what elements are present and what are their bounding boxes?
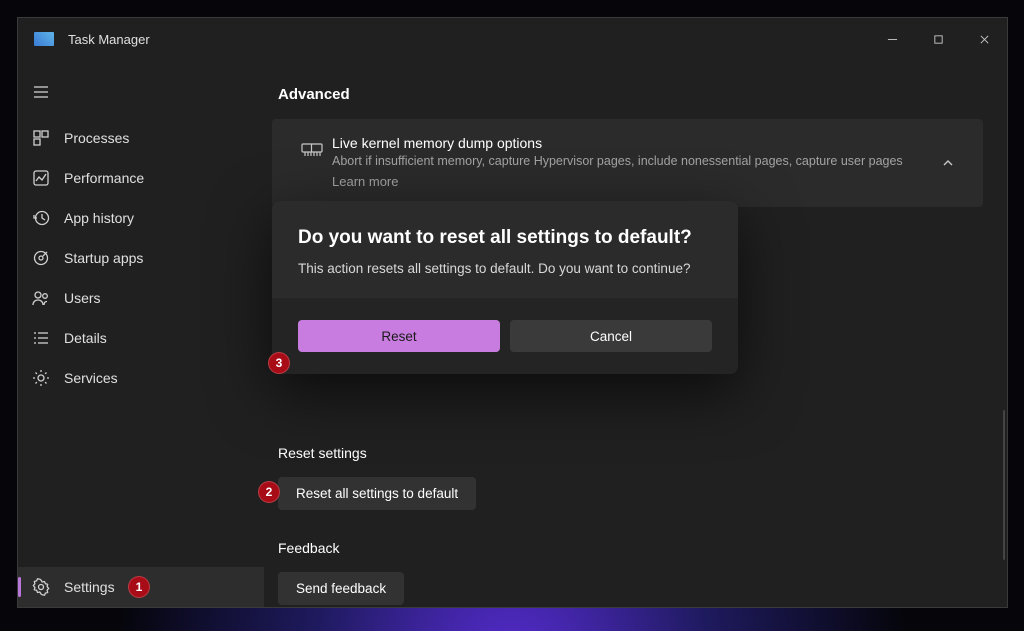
annotation-badge-3: 3: [268, 352, 290, 374]
kernel-dump-card[interactable]: Live kernel memory dump options Abort if…: [272, 119, 983, 207]
nav-startup-apps[interactable]: Startup apps: [18, 238, 264, 278]
processes-icon: [32, 129, 50, 147]
section-reset: Reset settings: [278, 445, 983, 461]
nav-label: Processes: [64, 130, 129, 146]
close-icon: [979, 34, 990, 45]
dialog-reset-button[interactable]: Reset: [298, 320, 500, 352]
nav-label: Performance: [64, 170, 144, 186]
nav-services[interactable]: Services: [18, 358, 264, 398]
section-advanced: Advanced: [278, 86, 983, 103]
reset-all-button[interactable]: Reset all settings to default: [278, 477, 476, 510]
annotation-badge-1: 1: [128, 576, 150, 598]
startup-icon: [32, 249, 50, 267]
nav-app-history[interactable]: App history: [18, 198, 264, 238]
nav-label: Details: [64, 330, 107, 346]
maximize-button[interactable]: [915, 18, 961, 60]
chevron-up-icon[interactable]: [933, 156, 963, 170]
card-title: Live kernel memory dump options: [332, 135, 933, 151]
window-controls: [869, 18, 1007, 60]
dialog-cancel-button[interactable]: Cancel: [510, 320, 712, 352]
titlebar: Task Manager: [18, 18, 1007, 60]
reset-confirm-dialog: Do you want to reset all settings to def…: [272, 201, 738, 374]
section-feedback: Feedback: [278, 540, 983, 556]
nav-performance[interactable]: Performance: [18, 158, 264, 198]
sidebar: Processes Performance App history Startu…: [18, 60, 264, 607]
memory-icon: [292, 141, 332, 157]
card-description: Abort if insufficient memory, capture Hy…: [332, 153, 933, 170]
hamburger-button[interactable]: [18, 72, 264, 112]
minimize-button[interactable]: [869, 18, 915, 60]
minimize-icon: [887, 34, 898, 45]
app-icon: [34, 32, 54, 46]
nav-users[interactable]: Users: [18, 278, 264, 318]
settings-icon: [32, 578, 50, 596]
learn-more-link[interactable]: Learn more: [332, 174, 398, 189]
performance-icon: [32, 169, 50, 187]
scrollbar[interactable]: [1003, 410, 1005, 560]
details-icon: [32, 329, 50, 347]
nav-label: Startup apps: [64, 250, 143, 266]
hamburger-icon: [32, 83, 50, 101]
dialog-message: This action resets all settings to defau…: [298, 261, 712, 276]
nav-label: Users: [64, 290, 101, 306]
history-icon: [32, 209, 50, 227]
app-title: Task Manager: [68, 32, 150, 47]
nav-label: Settings: [64, 579, 115, 595]
services-icon: [32, 369, 50, 387]
nav-processes[interactable]: Processes: [18, 118, 264, 158]
nav-label: Services: [64, 370, 118, 386]
users-icon: [32, 289, 50, 307]
maximize-icon: [933, 34, 944, 45]
dialog-title: Do you want to reset all settings to def…: [298, 227, 712, 249]
close-button[interactable]: [961, 18, 1007, 60]
nav-label: App history: [64, 210, 134, 226]
nav-details[interactable]: Details: [18, 318, 264, 358]
annotation-badge-2: 2: [258, 481, 280, 503]
send-feedback-button[interactable]: Send feedback: [278, 572, 404, 605]
